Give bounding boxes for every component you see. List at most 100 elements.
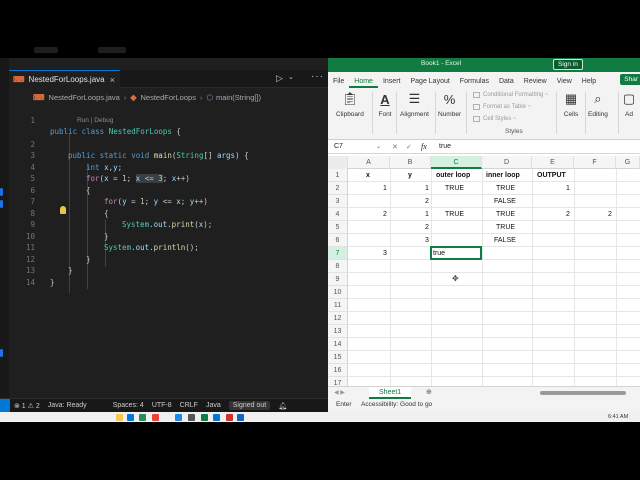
tab-help[interactable]: Help	[577, 78, 601, 88]
edge-icon[interactable]	[175, 414, 182, 421]
problems-indicator[interactable]: ⊗ 1 ⚠ 2	[14, 402, 40, 410]
row-header[interactable]: 1	[328, 169, 348, 182]
breadcrumb-file[interactable]: NestedForLoops.java	[49, 93, 120, 102]
row-header[interactable]: 8	[328, 260, 348, 273]
cell-a1[interactable]: x	[366, 169, 370, 182]
tab-view[interactable]: View	[552, 78, 577, 88]
cell-b4[interactable]: 1	[425, 208, 429, 221]
column-header[interactable]: G	[616, 156, 640, 169]
row-header[interactable]: 10	[328, 286, 348, 299]
add-sheet-icon[interactable]: ⊕	[426, 388, 432, 396]
cell-b3[interactable]: 2	[425, 195, 429, 208]
tab-data[interactable]: Data	[494, 78, 519, 88]
spreadsheet-grid[interactable]: A B C D E F G 1 2 3 4 5 6 7 8 9 10 11 12 13 14 15 16 17 …	[328, 156, 640, 390]
row-header[interactable]: 5	[328, 221, 348, 234]
row-header[interactable]: 12	[328, 312, 348, 325]
column-header[interactable]: A	[348, 156, 390, 169]
column-header[interactable]: B	[390, 156, 431, 169]
chevron-down-icon[interactable]: ⌄	[288, 73, 294, 81]
tab-review[interactable]: Review	[519, 78, 552, 88]
insert-function-icon[interactable]: fx	[421, 142, 427, 151]
sign-in-button[interactable]: Sign in	[553, 59, 583, 70]
row-header[interactable]: 6	[328, 234, 348, 247]
cell-b6[interactable]: 3	[425, 234, 429, 247]
cell-d6[interactable]: FALSE	[494, 234, 516, 247]
row-header[interactable]: 15	[328, 351, 348, 364]
row-header[interactable]: 9	[328, 273, 348, 286]
tab-insert[interactable]: Insert	[378, 78, 406, 88]
format-as-table-button[interactable]: Format as Table ~	[473, 104, 531, 110]
cell-styles-button[interactable]: Cell Styles ~	[473, 116, 517, 122]
font-group[interactable]: A Font	[376, 90, 394, 119]
column-header[interactable]: D	[482, 156, 532, 169]
name-box[interactable]: C7	[334, 143, 374, 153]
sheet-tab[interactable]: Sheet1	[369, 387, 412, 399]
cell-c2[interactable]: TRUE	[445, 182, 464, 195]
sheet-nav-arrows-icon[interactable]: ◀ ▶	[334, 389, 345, 396]
cell-c7[interactable]: true	[433, 247, 445, 260]
cell-e2[interactable]: 1	[566, 182, 570, 195]
app-icon[interactable]	[226, 414, 233, 421]
run-debug-codelens[interactable]: Run | Debug	[77, 117, 113, 124]
editor-tab-nestedforloops[interactable]: ⌨ NestedForLoops.java ×	[9, 70, 120, 88]
formula-input[interactable]: true	[439, 143, 451, 150]
tab-home[interactable]: Home	[349, 78, 378, 88]
clipboard-group[interactable]: 📋︎ Clipboard	[336, 90, 364, 118]
row-header[interactable]: 16	[328, 364, 348, 377]
indentation-status[interactable]: Spaces: 4	[113, 402, 144, 409]
select-all-button[interactable]	[328, 156, 348, 169]
accessibility-status[interactable]: Accessibility: Good to go	[361, 401, 432, 408]
cell-b2[interactable]: 1	[425, 182, 429, 195]
cell-c1[interactable]: outer loop	[436, 169, 470, 182]
app-icon[interactable]	[188, 414, 195, 421]
row-header[interactable]: 7	[328, 247, 348, 260]
tab-file[interactable]: File	[328, 78, 349, 88]
editing-group[interactable]: ⌕ Editing	[588, 90, 608, 118]
clock[interactable]: 6:41 AM	[608, 414, 628, 420]
conditional-formatting-button[interactable]: Conditional Formatting ~	[473, 92, 549, 98]
cell-e4[interactable]: 2	[566, 208, 570, 221]
vscode-taskbar-icon[interactable]	[213, 414, 220, 421]
browser-icon[interactable]	[152, 414, 159, 421]
tab-formulas[interactable]: Formulas	[455, 78, 494, 88]
app-icon[interactable]	[237, 414, 244, 421]
alignment-group[interactable]: ☰ Alignment	[400, 90, 429, 118]
java-status[interactable]: Java: Ready	[48, 402, 87, 409]
cell-d5[interactable]: TRUE	[496, 221, 515, 234]
encoding-status[interactable]: UTF-8	[152, 402, 172, 409]
row-header[interactable]: 2	[328, 182, 348, 195]
share-button[interactable]: Shar	[620, 74, 640, 85]
excel-taskbar-icon[interactable]	[201, 414, 208, 421]
cell-e1[interactable]: OUTPUT	[537, 169, 566, 182]
cell-a2[interactable]: 1	[383, 182, 387, 195]
row-header[interactable]: 11	[328, 299, 348, 312]
cell-d2[interactable]: TRUE	[496, 182, 515, 195]
tab-page-layout[interactable]: Page Layout	[405, 78, 454, 88]
number-group[interactable]: % Number	[438, 90, 461, 119]
app-icon[interactable]	[139, 414, 146, 421]
cells-group[interactable]: ▦ Cells	[562, 90, 580, 118]
code-editor[interactable]: 1 public class NestedForLoops { Run | De…	[9, 103, 328, 333]
column-header[interactable]: F	[574, 156, 616, 169]
remote-indicator-button[interactable]	[0, 398, 10, 412]
row-header[interactable]: 14	[328, 338, 348, 351]
language-status[interactable]: Java	[206, 402, 221, 409]
more-actions-icon[interactable]: ···	[311, 71, 324, 82]
eol-status[interactable]: CRLF	[180, 402, 198, 409]
add-ins-group[interactable]: ▢ Ad	[620, 90, 638, 118]
cell-d3[interactable]: FALSE	[494, 195, 516, 208]
cell-b5[interactable]: 2	[425, 221, 429, 234]
row-header[interactable]: 4	[328, 208, 348, 221]
cell-a4[interactable]: 2	[383, 208, 387, 221]
column-header[interactable]: E	[532, 156, 574, 169]
cell-c4[interactable]: TRUE	[445, 208, 464, 221]
horizontal-scrollbar[interactable]	[540, 391, 626, 395]
cell-d1[interactable]: inner loop	[486, 169, 520, 182]
row-header[interactable]: 13	[328, 325, 348, 338]
breadcrumb-method[interactable]: main(String[])	[216, 93, 261, 102]
row-header[interactable]: 3	[328, 195, 348, 208]
column-header[interactable]: C	[431, 156, 482, 169]
cell-b1[interactable]: y	[408, 169, 412, 182]
cell-f4[interactable]: 2	[608, 208, 612, 221]
bell-icon[interactable]: 🔔︎	[278, 402, 287, 410]
